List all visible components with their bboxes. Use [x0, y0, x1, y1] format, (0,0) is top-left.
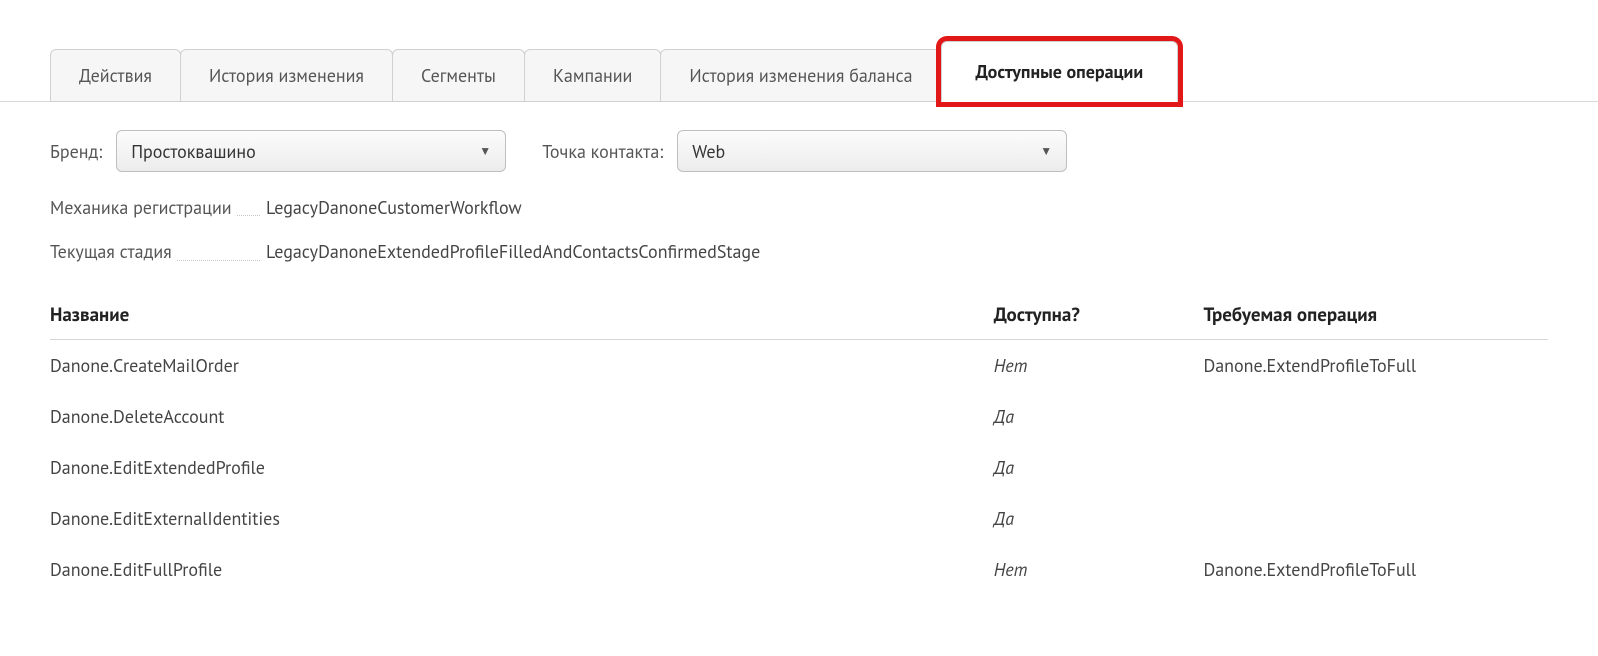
- tab-balance-history[interactable]: История изменения баланса: [660, 49, 941, 102]
- registration-mechanic-value: LegacyDanoneCustomerWorkflow: [260, 196, 522, 219]
- chevron-down-icon: ▼: [479, 144, 491, 159]
- tab-available-operations[interactable]: Доступные операции: [941, 41, 1179, 102]
- brand-label: Бренд:: [50, 140, 102, 163]
- current-stage-label: Текущая стадия: [50, 240, 260, 264]
- operation-available: Да: [994, 493, 1204, 544]
- table-row: Danone.CreateMailOrderНетDanone.ExtendPr…: [50, 339, 1548, 391]
- tab-history[interactable]: История изменения: [180, 49, 393, 102]
- table-row: Danone.DeleteAccountДа: [50, 391, 1548, 442]
- column-required-header: Требуемая операция: [1203, 293, 1548, 340]
- operation-required: Danone.ExtendProfileToFull: [1203, 339, 1548, 391]
- brand-select[interactable]: Простоквашино ▼: [116, 130, 506, 172]
- operation-name: Danone.CreateMailOrder: [50, 339, 994, 391]
- operation-required: [1203, 493, 1548, 544]
- contact-point-label: Точка контакта:: [542, 140, 663, 163]
- contact-point-select[interactable]: Web ▼: [677, 130, 1067, 172]
- tab-segments[interactable]: Сегменты: [392, 49, 525, 102]
- column-available-header: Доступна?: [994, 293, 1204, 340]
- contact-point-select-value: Web: [692, 140, 725, 163]
- operation-name: Danone.EditFullProfile: [50, 544, 994, 595]
- operation-available: Нет: [994, 544, 1204, 595]
- current-stage-value: LegacyDanoneExtendedProfileFilledAndCont…: [260, 240, 760, 263]
- operation-required: Danone.ExtendProfileToFull: [1203, 544, 1548, 595]
- table-row: Danone.EditExternalIdentitiesДа: [50, 493, 1548, 544]
- tab-actions[interactable]: Действия: [50, 49, 181, 102]
- brand-select-value: Простоквашино: [131, 140, 256, 163]
- operation-available: Да: [994, 442, 1204, 493]
- operation-required: [1203, 442, 1548, 493]
- operations-table: Название Доступна? Требуемая операция Da…: [50, 293, 1548, 595]
- registration-mechanic-label: Механика регистрации: [50, 196, 260, 220]
- tabs: Действия История изменения Сегменты Камп…: [50, 41, 1598, 102]
- operation-required: [1203, 391, 1548, 442]
- operation-name: Danone.EditExtendedProfile: [50, 442, 994, 493]
- chevron-down-icon: ▼: [1040, 144, 1052, 159]
- table-row: Danone.EditExtendedProfileДа: [50, 442, 1548, 493]
- operation-available: Нет: [994, 339, 1204, 391]
- operation-name: Danone.DeleteAccount: [50, 391, 994, 442]
- table-row: Danone.EditFullProfileНетDanone.ExtendPr…: [50, 544, 1548, 595]
- operation-available: Да: [994, 391, 1204, 442]
- tab-campaigns[interactable]: Кампании: [524, 49, 661, 102]
- column-name-header: Название: [50, 293, 994, 340]
- operation-name: Danone.EditExternalIdentities: [50, 493, 994, 544]
